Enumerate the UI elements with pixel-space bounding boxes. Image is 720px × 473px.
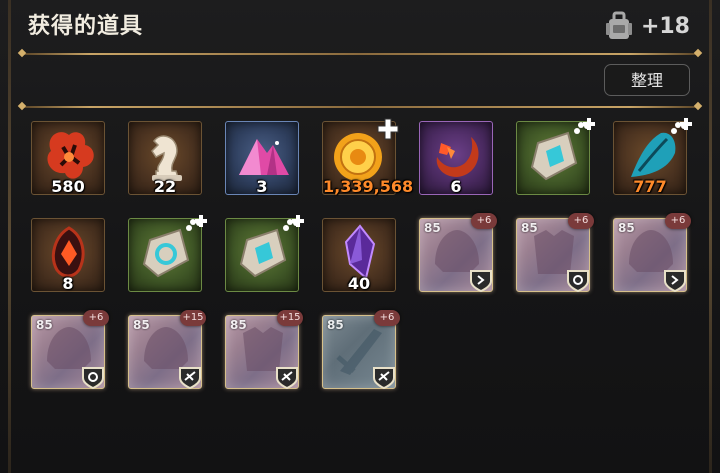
shield-mark-icon bbox=[373, 367, 395, 390]
inventory-capacity[interactable]: +18 bbox=[605, 10, 690, 42]
enhance-level-badge: +6 bbox=[83, 310, 109, 326]
equipment-slot[interactable]: 85 +6 bbox=[31, 310, 109, 390]
shield-mark-icon bbox=[664, 270, 686, 293]
shield-mark-icon bbox=[276, 367, 298, 390]
equipment-slot[interactable]: 85 +6 bbox=[419, 213, 497, 293]
shield-mark-icon bbox=[470, 270, 492, 293]
item-count: 22 bbox=[153, 177, 177, 196]
item-slot[interactable]: 40 bbox=[322, 218, 396, 293]
pet-paw-plus-icon bbox=[574, 118, 595, 134]
pet-paw-plus-icon bbox=[186, 215, 207, 231]
backpack-icon bbox=[605, 11, 632, 39]
item-count: 8 bbox=[62, 274, 74, 293]
equipment-slot[interactable]: 85 +15 bbox=[128, 310, 206, 390]
item-slot[interactable]: 6 bbox=[419, 121, 493, 196]
item-slot[interactable]: 580 bbox=[31, 121, 105, 196]
panel-frame-right bbox=[709, 0, 712, 473]
pet-paw-plus-icon bbox=[283, 215, 304, 231]
item-count: 580 bbox=[51, 177, 85, 196]
shield-mark-icon bbox=[82, 367, 104, 390]
sort-button[interactable]: 整理 bbox=[604, 64, 690, 96]
enhance-level-badge: +6 bbox=[665, 213, 691, 229]
pet-paw-plus-icon bbox=[671, 118, 692, 134]
item-slot[interactable] bbox=[516, 118, 595, 195]
item-slot[interactable]: 22 bbox=[128, 121, 202, 196]
enhance-level-badge: +6 bbox=[568, 213, 594, 229]
equipment-slot[interactable]: 85 +15 bbox=[225, 310, 303, 390]
bag-capacity-count: +18 bbox=[640, 13, 690, 39]
enhance-level-badge: +15 bbox=[180, 310, 206, 326]
panel-frame-left bbox=[8, 0, 11, 473]
shield-mark-icon bbox=[567, 270, 589, 293]
item-slot[interactable]: 777 bbox=[613, 118, 692, 196]
enhance-level-badge: +6 bbox=[374, 310, 400, 326]
item-slot[interactable] bbox=[128, 215, 207, 292]
item-slot[interactable]: 8 bbox=[31, 218, 105, 293]
enhance-level-badge: +6 bbox=[471, 213, 497, 229]
shield-mark-icon bbox=[179, 367, 201, 390]
item-count: 3 bbox=[256, 177, 268, 196]
item-slot[interactable]: 3 bbox=[225, 121, 299, 196]
item-count: 6 bbox=[450, 177, 462, 196]
item-count: 1,339,568 bbox=[323, 177, 414, 196]
enhance-level-badge: +15 bbox=[277, 310, 303, 326]
item-slot[interactable]: 1,339,568 bbox=[322, 118, 414, 196]
plus-icon bbox=[377, 118, 399, 140]
item-count: 40 bbox=[347, 274, 371, 293]
equipment-slot[interactable]: 85 +6 bbox=[322, 310, 400, 390]
panel-title: 获得的道具 bbox=[28, 14, 144, 39]
item-count: 777 bbox=[633, 177, 667, 196]
equipment-slot[interactable]: 85 +6 bbox=[516, 213, 594, 293]
equipment-slot[interactable]: 85 +6 bbox=[613, 213, 691, 293]
item-slot[interactable] bbox=[225, 215, 304, 292]
content-divider bbox=[22, 106, 698, 108]
header-divider bbox=[22, 53, 698, 55]
